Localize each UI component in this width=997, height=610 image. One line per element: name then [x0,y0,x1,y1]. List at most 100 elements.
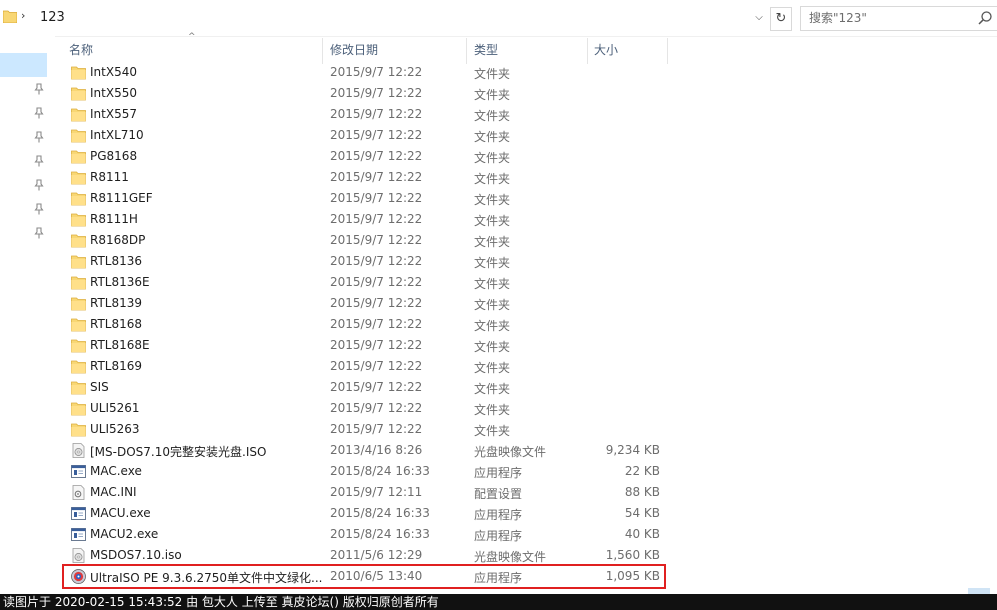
file-type: 文件夹 [474,109,511,123]
file-row[interactable]: IntX540 2015/9/7 12:22 文件夹 [64,62,664,83]
folder-icon [71,212,86,227]
file-size: 40 KB [624,527,660,541]
file-date: 2015/9/7 12:22 [330,107,423,121]
folder-icon [71,422,86,437]
exe-icon [71,464,86,479]
file-row[interactable]: R8111 2015/9/7 12:22 文件夹 [64,167,664,188]
file-date: 2011/5/6 12:29 [330,548,423,562]
file-date: 2015/9/7 12:22 [330,254,423,268]
folder-icon [71,86,86,101]
file-name: IntX550 [90,86,137,100]
chevron-right-icon[interactable]: › [21,9,25,22]
file-date: 2015/9/7 12:22 [330,233,423,247]
column-header-date[interactable]: 修改日期 [330,38,378,62]
pin-icon[interactable] [33,179,45,191]
file-type: 文件夹 [474,130,511,144]
column-divider[interactable] [667,38,668,64]
pin-icon[interactable] [33,131,45,143]
folder-icon [71,317,86,332]
search-box[interactable] [800,6,997,31]
folder-icon [71,65,86,80]
folder-icon [71,233,86,248]
column-header-name[interactable]: 名称 [69,38,93,62]
file-row[interactable]: IntX557 2015/9/7 12:22 文件夹 [64,104,664,125]
file-name: SIS [90,380,109,394]
file-row[interactable]: IntXL710 2015/9/7 12:22 文件夹 [64,125,664,146]
file-type: 光盘映像文件 [474,550,547,564]
refresh-button[interactable]: ↻ [770,7,792,31]
file-name: RTL8139 [90,296,143,310]
column-divider[interactable] [587,38,588,64]
pin-icon[interactable] [33,155,45,167]
file-row[interactable]: RTL8136E 2015/9/7 12:22 文件夹 [64,272,664,293]
file-name: PG8168 [90,149,138,163]
folder-icon [71,380,86,395]
nav-selected-item[interactable] [0,53,47,77]
file-date: 2015/9/7 12:22 [330,380,423,394]
file-row[interactable]: RTL8136 2015/9/7 12:22 文件夹 [64,251,664,272]
search-input[interactable] [809,9,969,27]
pin-icon[interactable] [33,227,45,239]
folder-icon [71,359,86,374]
file-name: IntX540 [90,65,137,79]
file-row[interactable]: MACU2.exe 2015/8/24 16:33 应用程序 40 KB [64,524,664,545]
file-name: ULI5261 [90,401,140,415]
file-row[interactable]: RTL8169 2015/9/7 12:22 文件夹 [64,356,664,377]
column-header-size[interactable]: 大小 [594,38,618,62]
file-row[interactable]: ULI5261 2015/9/7 12:22 文件夹 [64,398,664,419]
file-type: 文件夹 [474,382,511,396]
file-name: UltraISO PE 9.3.6.2750单文件中文绿化... [90,571,323,585]
pin-icon[interactable] [33,83,45,95]
file-row[interactable]: [MS-DOS7.10完整安装光盘.ISO 2013/4/16 8:26 光盘映像文… [64,440,664,461]
chevron-down-icon[interactable]: ⌵ [750,9,768,27]
file-row-highlighted[interactable]: UltraISO PE 9.3.6.2750单文件中文绿化... 2010/6/5… [62,564,666,589]
file-date: 2015/9/7 12:22 [330,422,423,436]
column-divider[interactable] [466,38,467,64]
folder-icon [71,254,86,269]
file-row[interactable]: MACU.exe 2015/8/24 16:33 应用程序 54 KB [64,503,664,524]
folder-icon [71,401,86,416]
file-name: IntX557 [90,107,137,121]
exe-icon [71,506,86,521]
file-date: 2015/9/7 12:22 [330,338,423,352]
file-type: 文件夹 [474,277,511,291]
address-box[interactable] [0,5,768,29]
column-header-type[interactable]: 类型 [474,38,498,62]
file-date: 2015/9/7 12:22 [330,65,423,79]
file-row[interactable]: R8111H 2015/9/7 12:22 文件夹 [64,209,664,230]
column-divider[interactable] [322,38,323,64]
file-row[interactable]: R8111GEF 2015/9/7 12:22 文件夹 [64,188,664,209]
file-row[interactable]: MAC.INI 2015/9/7 12:11 配置设置 88 KB [64,482,664,503]
address-path[interactable]: 123 [40,10,65,25]
file-row[interactable]: PG8168 2015/9/7 12:22 文件夹 [64,146,664,167]
file-name: ULI5263 [90,422,140,436]
ini-icon [71,485,86,500]
file-date: 2015/9/7 12:22 [330,128,423,142]
file-type: 文件夹 [474,88,511,102]
file-row[interactable]: IntX550 2015/9/7 12:22 文件夹 [64,83,664,104]
file-row[interactable]: RTL8168 2015/9/7 12:22 文件夹 [64,314,664,335]
search-icon[interactable] [977,10,993,26]
file-type: 应用程序 [474,529,523,543]
watermark-text: 读图片于 2020-02-15 15:43:52 由 包大人 上传至 真皮论坛(… [0,594,997,610]
file-name: MSDOS7.10.iso [90,548,182,562]
file-row[interactable]: RTL8139 2015/9/7 12:22 文件夹 [64,293,664,314]
file-type: 光盘映像文件 [474,445,547,459]
sort-up-icon: ^ [188,32,196,42]
file-date: 2015/9/7 12:22 [330,212,423,226]
file-name: RTL8169 [90,359,143,373]
file-row[interactable]: SIS 2015/9/7 12:22 文件夹 [64,377,664,398]
file-row[interactable]: ULI5263 2015/9/7 12:22 文件夹 [64,419,664,440]
file-type: 文件夹 [474,256,511,270]
file-type: 文件夹 [474,424,511,438]
file-date: 2015/9/7 12:22 [330,170,423,184]
file-row[interactable]: R8168DP 2015/9/7 12:22 文件夹 [64,230,664,251]
file-row[interactable]: MSDOS7.10.iso 2011/5/6 12:29 光盘映像文件 1,560 K… [64,545,664,566]
file-row[interactable]: MAC.exe 2015/8/24 16:33 应用程序 22 KB [64,461,664,482]
pin-icon[interactable] [33,107,45,119]
file-type: 应用程序 [474,571,523,585]
file-row[interactable]: RTL8168E 2015/9/7 12:22 文件夹 [64,335,664,356]
file-name: MACU2.exe [90,527,159,541]
pin-icon[interactable] [33,203,45,215]
file-date: 2015/9/7 12:22 [330,359,423,373]
